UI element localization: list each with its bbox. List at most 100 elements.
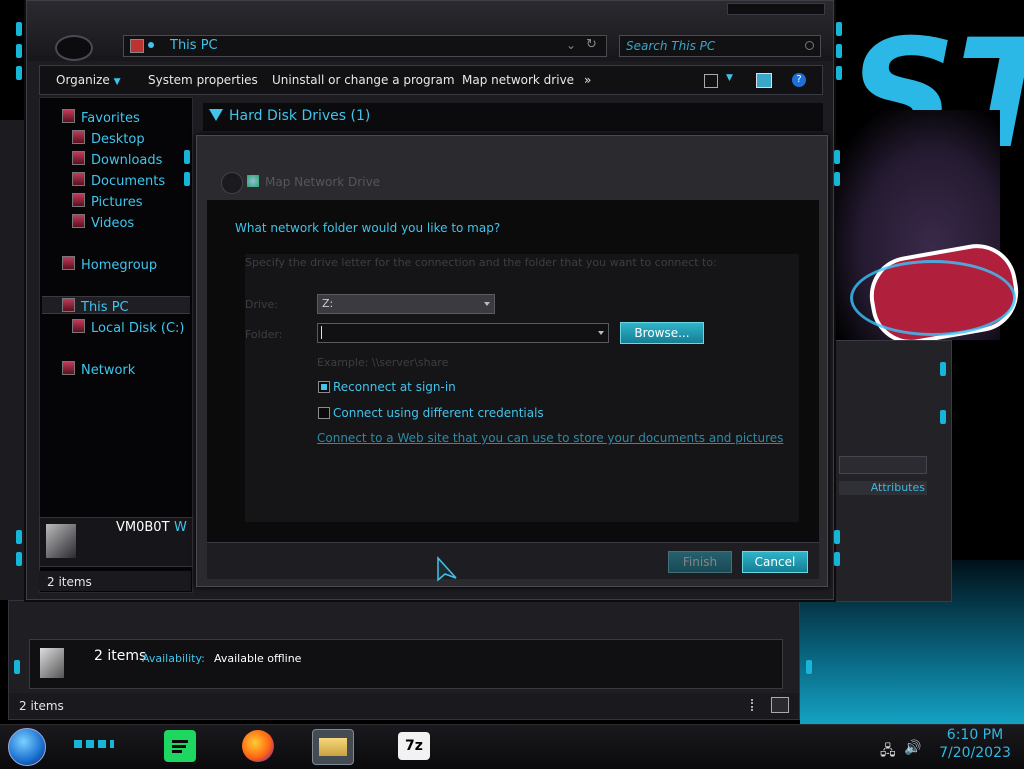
chevron-down-icon[interactable]: [598, 331, 604, 335]
search-icon[interactable]: [805, 41, 814, 50]
view-options-icon[interactable]: [704, 74, 718, 88]
network-drive-icon: [247, 175, 259, 187]
pictures-icon: [72, 193, 85, 207]
group-header-label: Hard Disk Drives (1): [229, 108, 371, 124]
browse-button[interactable]: Browse...: [620, 322, 704, 344]
window-controls[interactable]: [727, 3, 825, 15]
reconnect-checkbox[interactable]: [318, 381, 330, 393]
sidebar-item-favorites[interactable]: Favorites: [62, 109, 140, 126]
network-status-icon[interactable]: 🖧: [880, 740, 896, 764]
sidebar-item-label: Downloads: [91, 153, 163, 168]
accent-bar: [836, 44, 842, 58]
sidebar-item-local-disk[interactable]: Local Disk (C:): [72, 319, 184, 336]
folder-label: Folder:: [245, 328, 283, 341]
drive-icon: [72, 319, 85, 333]
refresh-icon[interactable]: ↻: [586, 37, 597, 52]
nav-status-bar: 2 items: [39, 571, 191, 591]
nav-status-items: 2 items: [47, 575, 92, 589]
organize-label: Organize: [56, 73, 110, 87]
firefox-icon[interactable]: [242, 730, 274, 762]
clock[interactable]: 6:10 PM 7/20/2023: [930, 726, 1020, 762]
back-forward-icon[interactable]: [55, 35, 93, 61]
sidebar-item-homegroup[interactable]: Homegroup: [62, 256, 157, 273]
more-commands-button[interactable]: »: [584, 73, 591, 87]
search-placeholder: Search This PC: [626, 39, 716, 53]
videos-icon: [72, 214, 85, 228]
sidebar-item-desktop[interactable]: Desktop: [72, 130, 145, 147]
user-suffix: W: [174, 520, 187, 535]
drive-select[interactable]: Z:: [317, 294, 495, 314]
file-explorer-icon[interactable]: [312, 729, 354, 765]
sidebar-item-pictures[interactable]: Pictures: [72, 193, 142, 210]
status-items: 2 items: [19, 699, 64, 713]
sidebar-item-downloads[interactable]: Downloads: [72, 151, 162, 168]
system-properties-button[interactable]: System properties: [148, 73, 258, 87]
map-network-drive-button[interactable]: Map network drive: [462, 73, 574, 87]
background-dropdown[interactable]: [839, 456, 927, 474]
accent-bar: [834, 552, 840, 566]
finish-button[interactable]: Finish: [668, 551, 732, 573]
wallpaper-artwork: ST: [830, 0, 1024, 345]
drive-value: Z:: [322, 297, 334, 310]
details-pane: 2 items Availability: Available offline: [29, 639, 783, 689]
accent-bar: [16, 552, 22, 566]
folder-combobox[interactable]: [317, 323, 609, 343]
accent-bar: [16, 530, 22, 544]
accent-bar: [834, 150, 840, 164]
content-group-header[interactable]: Hard Disk Drives (1): [203, 103, 823, 131]
different-credentials-label[interactable]: Connect using different credentials: [333, 406, 544, 420]
web-site-link[interactable]: Connect to a Web site that you can use t…: [317, 431, 783, 445]
different-credentials-checkbox[interactable]: [318, 407, 330, 419]
folder-icon: [319, 738, 347, 756]
search-input[interactable]: Search This PC: [619, 35, 821, 57]
spotify-icon[interactable]: [164, 730, 196, 762]
chevron-down-icon[interactable]: ⌄: [566, 38, 576, 52]
volume-icon[interactable]: 🔊: [904, 740, 921, 756]
accent-bar: [16, 44, 22, 58]
status-bar: 2 items: [9, 693, 799, 719]
accent-bar: [836, 22, 842, 36]
start-button[interactable]: [8, 728, 46, 766]
address-bar[interactable]: This PC ⌄ ↻: [123, 35, 607, 57]
sidebar-item-label: Desktop: [91, 132, 145, 147]
reconnect-label[interactable]: Reconnect at sign-in: [333, 380, 456, 394]
text-cursor: [321, 326, 322, 339]
chevron-down-icon: [209, 109, 223, 121]
accent-bar: [834, 530, 840, 544]
chevron-down-icon[interactable]: ▼: [726, 73, 733, 83]
user-card: VM0B0T W: [39, 517, 193, 567]
back-arrow-icon[interactable]: [221, 172, 243, 194]
list-view-icon[interactable]: [751, 699, 756, 711]
desktop-icon: [72, 130, 85, 144]
spotify-bars-icon: [172, 740, 188, 753]
sidebar-item-documents[interactable]: Documents: [72, 172, 165, 189]
help-icon[interactable]: ?: [792, 73, 806, 87]
clock-time: 6:10 PM: [946, 727, 1004, 743]
organize-button[interactable]: Organize ▼: [56, 73, 121, 87]
preview-pane-icon[interactable]: [756, 73, 772, 88]
accent-bar: [184, 172, 190, 186]
accent-bar: [184, 150, 190, 164]
availability-label: Availability:: [142, 652, 205, 665]
star-icon: [62, 109, 75, 123]
attributes-column-header[interactable]: Attributes: [839, 481, 927, 495]
sidebar-item-videos[interactable]: Videos: [72, 214, 134, 231]
command-bar: Organize ▼ System properties Uninstall o…: [39, 65, 823, 95]
chevron-down-icon: [484, 302, 490, 306]
cancel-button[interactable]: Cancel: [742, 551, 808, 573]
details-view-icon[interactable]: [771, 697, 789, 713]
documents-icon: [72, 172, 85, 186]
accent-bar: [806, 660, 812, 674]
breadcrumb-arrow-icon[interactable]: [148, 42, 154, 48]
sidebar-item-label: Local Disk (C:): [91, 321, 185, 336]
folder-thumbnail-icon: [40, 648, 64, 678]
sidebar-item-this-pc[interactable]: This PC: [62, 298, 129, 315]
accent-bar: [836, 66, 842, 80]
address-text: This PC: [170, 38, 218, 53]
details-items-count: 2 items: [94, 648, 147, 664]
7zip-icon[interactable]: 7z: [398, 732, 430, 760]
sidebar-item-network[interactable]: Network: [62, 361, 135, 378]
downloads-icon: [72, 151, 85, 165]
sidebar-item-label: Pictures: [91, 195, 143, 210]
uninstall-button[interactable]: Uninstall or change a program: [272, 73, 455, 87]
